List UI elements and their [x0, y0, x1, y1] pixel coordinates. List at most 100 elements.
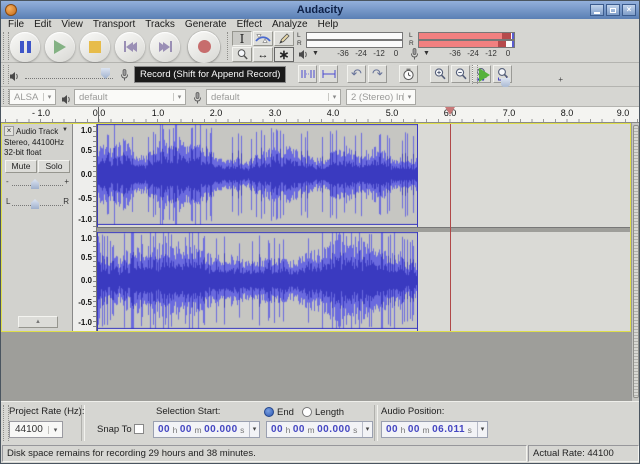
- title-bar[interactable]: Audacity ×: [1, 1, 639, 20]
- rewind-button[interactable]: [115, 32, 145, 62]
- pause-button[interactable]: [10, 32, 40, 62]
- record-button[interactable]: [188, 31, 220, 63]
- selection-tool-button[interactable]: I: [232, 31, 252, 46]
- envelope-tool-button[interactable]: [253, 31, 273, 46]
- menu-analyze[interactable]: Analyze: [272, 19, 308, 30]
- ruler-label: 9.0: [617, 108, 630, 118]
- project-rate-select[interactable]: 44100 ▾: [9, 421, 63, 438]
- solo-button[interactable]: Solo: [38, 160, 70, 173]
- pencil-icon: [278, 33, 290, 45]
- close-icon: ×: [627, 6, 632, 14]
- meter-dropdown-icon[interactable]: ▼: [312, 50, 319, 57]
- maximize-icon: [610, 8, 616, 13]
- audio-track[interactable]: × Audio Track ▼ Stereo, 44100Hz 32-bit f…: [1, 123, 631, 332]
- toolbar-grip[interactable]: [472, 65, 478, 84]
- audio-host-select[interactable]: ALSA▾: [9, 89, 56, 105]
- maximize-button[interactable]: [606, 4, 620, 16]
- audio-position-field[interactable]: 00h 00m 06.011s ▾: [381, 421, 488, 438]
- vruler-label: -1.0: [78, 318, 92, 327]
- end-radio-label[interactable]: End: [277, 407, 294, 418]
- dropdown-arrow-icon[interactable]: ▾: [477, 422, 487, 437]
- forward-button[interactable]: [150, 32, 180, 62]
- minimize-button[interactable]: [590, 4, 604, 16]
- track-close-button[interactable]: ×: [4, 126, 14, 136]
- ruler-label: 0.0: [93, 108, 106, 118]
- stop-icon: [89, 41, 101, 53]
- close-button[interactable]: ×: [622, 4, 636, 16]
- output-device-select[interactable]: default▾: [74, 89, 186, 105]
- timeline-ruler[interactable]: - 1.0 0.0 1.0 2.0 3.0 4.0 5.0 6.0 7.0 8.…: [1, 107, 639, 123]
- vertical-ruler-ticks: [93, 126, 96, 329]
- vruler-label: -1.0: [78, 215, 92, 224]
- audio-clip-right-channel[interactable]: [97, 232, 418, 331]
- waveform-right: [98, 232, 417, 329]
- undo-button[interactable]: ↶: [347, 65, 366, 83]
- trim-icon: [300, 68, 316, 80]
- status-bar: Disk space remains for recording 29 hour…: [1, 444, 639, 464]
- dropdown-arrow-icon[interactable]: ▾: [249, 422, 259, 437]
- snap-to-checkbox[interactable]: [134, 424, 144, 434]
- menu-transport[interactable]: Transport: [93, 19, 135, 30]
- audio-clip-left-channel[interactable]: [97, 124, 418, 227]
- zoom-in-button[interactable]: [430, 65, 449, 83]
- dropdown-arrow-icon[interactable]: ▾: [362, 422, 372, 437]
- vertical-ruler[interactable]: 1.0 0.5 0.0 -0.5 -1.0 1.0 0.5 0.0 -0.5 -…: [73, 124, 97, 331]
- play-at-speed-button[interactable]: [479, 68, 490, 82]
- end-radio[interactable]: [264, 407, 274, 417]
- rewind-icon: [124, 41, 137, 52]
- minimize-icon: [594, 12, 600, 14]
- mute-button[interactable]: Mute: [5, 160, 37, 173]
- selection-start-field[interactable]: 00h 00m 00.000s ▾: [153, 421, 260, 438]
- output-volume-slider[interactable]: [25, 69, 113, 79]
- track-control-panel[interactable]: × Audio Track ▼ Stereo, 44100Hz 32-bit f…: [2, 124, 73, 331]
- scrollbar-thumb[interactable]: [633, 125, 639, 398]
- pan-slider[interactable]: L R: [5, 196, 70, 210]
- input-volume-icon: [120, 68, 129, 86]
- draw-tool-button[interactable]: [274, 31, 294, 46]
- menu-help[interactable]: Help: [318, 19, 339, 30]
- meter-dropdown-icon[interactable]: ▼: [423, 50, 430, 57]
- input-channels-select[interactable]: 2 (Stereo) In▾: [346, 89, 416, 105]
- waveform-area[interactable]: [97, 124, 630, 331]
- recording-meter[interactable]: L R ▼ -36 -24 -12 0: [409, 32, 517, 61]
- redo-button[interactable]: ↷: [368, 65, 387, 83]
- meter-scale-label: 0: [394, 49, 398, 58]
- toolbar-grip[interactable]: [3, 32, 9, 60]
- length-radio[interactable]: [302, 407, 312, 417]
- menu-edit[interactable]: Edit: [34, 19, 51, 30]
- zoom-tool-button[interactable]: [232, 47, 252, 62]
- multi-tool-button[interactable]: ∗: [274, 47, 294, 62]
- menu-effect[interactable]: Effect: [237, 19, 262, 30]
- output-volume-icon: [9, 69, 20, 87]
- gain-slider[interactable]: - +: [5, 176, 70, 190]
- input-device-select[interactable]: default▾: [206, 89, 341, 105]
- play-button[interactable]: [45, 32, 75, 62]
- recording-meter-bar-right: [418, 40, 515, 48]
- track-name[interactable]: Audio Track: [16, 127, 58, 136]
- silence-audio-button[interactable]: [319, 65, 338, 83]
- timeshift-tool-button[interactable]: ↔: [253, 47, 273, 62]
- selection-end-field[interactable]: 00h 00m 00.000s ▾: [266, 421, 373, 438]
- playback-meter[interactable]: L R ▼ -36 -24 -12 0: [297, 32, 405, 61]
- track-collapse-button[interactable]: ▲: [18, 316, 58, 328]
- stop-button[interactable]: [80, 32, 110, 62]
- track-menu-icon[interactable]: ▼: [62, 127, 68, 133]
- menu-bar: File Edit View Transport Tracks Generate…: [1, 19, 640, 30]
- timeshift-icon: ↔: [258, 49, 269, 61]
- length-radio-label[interactable]: Length: [315, 407, 344, 418]
- vertical-scrollbar[interactable]: [631, 123, 640, 401]
- vruler-label: 1.0: [81, 234, 92, 243]
- menu-tracks[interactable]: Tracks: [145, 19, 175, 30]
- track-area[interactable]: × Audio Track ▼ Stereo, 44100Hz 32-bit f…: [1, 123, 639, 401]
- playhead-marker[interactable]: [445, 107, 455, 115]
- zoom-out-button[interactable]: [451, 65, 470, 83]
- menu-file[interactable]: File: [8, 19, 24, 30]
- slider-thumb[interactable]: [101, 68, 110, 79]
- meter-scale-label: -12: [373, 49, 385, 58]
- menu-generate[interactable]: Generate: [185, 19, 227, 30]
- sync-lock-button[interactable]: [399, 65, 418, 83]
- menu-view[interactable]: View: [61, 19, 83, 30]
- envelope-icon: [255, 33, 271, 44]
- trim-audio-button[interactable]: [298, 65, 317, 83]
- meter-scale-label: -36: [449, 49, 461, 58]
